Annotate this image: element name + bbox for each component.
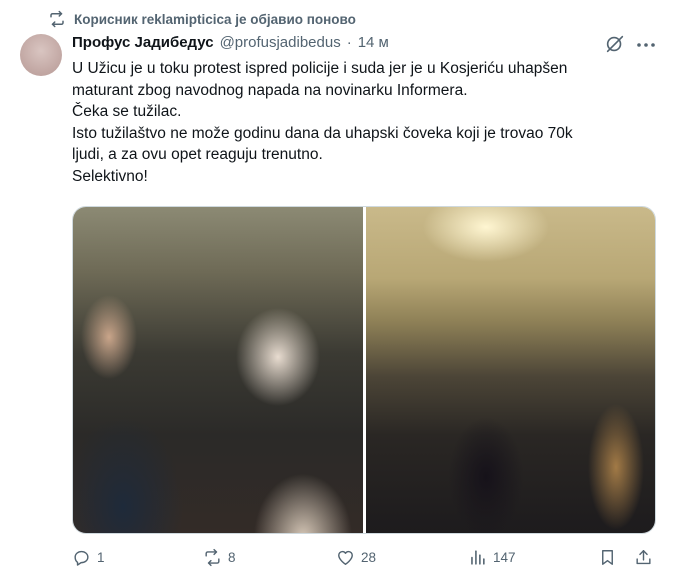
share-icon — [636, 550, 651, 565]
author-handle[interactable]: @profusjadibedus — [220, 34, 341, 51]
repost-count: 8 — [228, 550, 236, 565]
media-grid — [72, 206, 656, 534]
separator-dot: · — [346, 34, 352, 51]
action-bar: 1 8 28 147 — [72, 548, 662, 570]
tweet-header: Профус Јадибедус @profusjadibedus · 14 м — [72, 34, 389, 51]
bookmark-icon — [602, 550, 613, 565]
tweet-line: maturant zbog navodnog napada na novinar… — [72, 81, 468, 99]
repost-banner-text: Корисник reklamipticica је објавио понов… — [74, 11, 356, 27]
tweet-line: U Užicu je u toku protest ispred policij… — [72, 60, 568, 77]
analytics-icon — [471, 550, 485, 565]
tweet-line: Isto tužilaštvo ne može godinu dana da u… — [72, 124, 573, 142]
view-count: 147 — [493, 550, 516, 565]
share-button[interactable] — [634, 548, 653, 567]
grok-icon[interactable] — [604, 33, 626, 55]
repost-button[interactable]: 8 — [203, 548, 236, 567]
views-button[interactable]: 147 — [468, 548, 516, 567]
tweet-time[interactable]: 14 м — [358, 34, 389, 51]
tweet-line: ljudi, a za ovu opet reaguju trenutno. — [72, 146, 323, 163]
tweet-line: Čeka se tužilac. — [72, 103, 182, 120]
heart-icon — [338, 550, 353, 565]
protest-photo-right[interactable] — [366, 207, 655, 533]
protest-photo-left[interactable] — [73, 207, 363, 533]
avatar[interactable] — [20, 34, 62, 76]
repost-icon — [50, 10, 64, 28]
reply-count: 1 — [97, 550, 105, 565]
repost-icon — [205, 548, 220, 567]
like-count: 28 — [361, 550, 377, 565]
tweet-line: Selektivno! — [72, 167, 148, 185]
author-name[interactable]: Профус Јадибедус — [72, 34, 214, 51]
reply-button[interactable]: 1 — [72, 548, 105, 567]
bookmark-button[interactable] — [598, 548, 617, 567]
repost-banner[interactable]: Корисник reklamipticica је објавио понов… — [48, 10, 356, 28]
like-button[interactable]: 28 — [336, 548, 376, 567]
reply-icon — [74, 550, 89, 566]
more-options-icon[interactable] — [636, 38, 656, 52]
tweet-text: U Užicu je u toku protest ispred policij… — [72, 58, 642, 187]
